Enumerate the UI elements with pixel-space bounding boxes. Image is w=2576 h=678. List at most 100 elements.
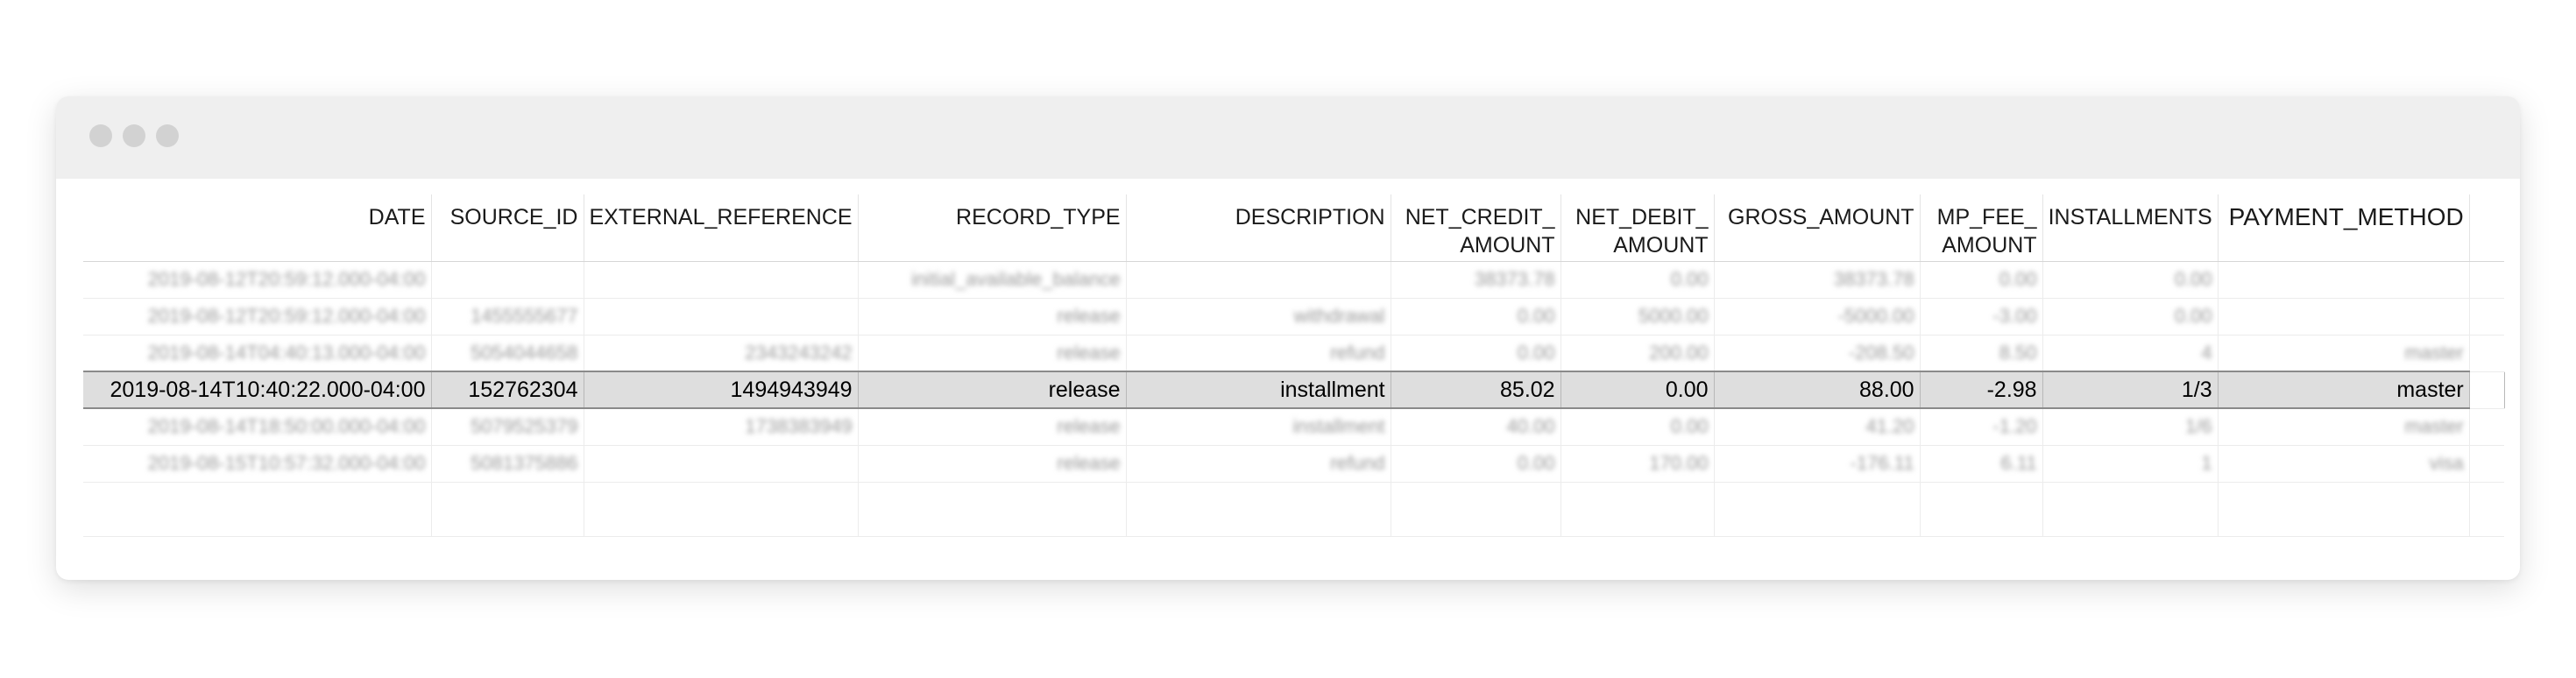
table-row-selected[interactable]: 2019-08-14T10:40:22.000-04:00 152762304 14… [83, 371, 2505, 409]
cell-net-credit-amount: 40.00 [1391, 408, 1561, 446]
cell-source-id: 5081375886 [431, 445, 584, 483]
header-record-type[interactable]: RECORD_TYPE [858, 194, 1127, 262]
header-gross-amount[interactable]: GROSS_AMOUNT [1714, 194, 1921, 262]
header-installments[interactable]: INSTALLMENTS [2042, 194, 2219, 262]
header-net-debit-amount[interactable]: NET_DEBIT_ AMOUNT [1560, 194, 1715, 262]
cell-description [1126, 261, 1391, 299]
cell-spacer [2469, 335, 2505, 372]
cell-net-credit-amount: 0.00 [1391, 335, 1561, 372]
cell-net-debit-amount: 0.00 [1560, 371, 1715, 409]
table-row[interactable]: 2019-08-14T18:50:00.000-04:00 5079525379 1… [83, 408, 2505, 446]
close-dot[interactable] [89, 124, 112, 147]
cell-description: withdrawal [1126, 298, 1391, 335]
cell-gross-amount: 38373.78 [1714, 261, 1921, 299]
cell-installments: 0.00 [2042, 261, 2219, 299]
cell-record-type: release [858, 335, 1127, 372]
cell-source-id: 152762304 [431, 371, 584, 409]
cell-net-debit-amount: 0.00 [1560, 408, 1715, 446]
cell-payment-method: master [2218, 371, 2470, 409]
header-external-reference[interactable]: EXTERNAL_REFERENCE [584, 194, 859, 262]
cell-record-type: initial_available_balance [858, 261, 1127, 299]
header-source-id[interactable]: SOURCE_ID [431, 194, 584, 262]
cell-date: 2019-08-14T10:40:22.000-04:00 [83, 371, 432, 409]
cell-record-type: release [858, 371, 1127, 409]
empty-cell [83, 482, 432, 537]
cell-net-debit-amount: 0.00 [1560, 261, 1715, 299]
cell-gross-amount: -5000.00 [1714, 298, 1921, 335]
cell-net-credit-amount: 85.02 [1391, 371, 1561, 409]
cell-source-id: 5054044658 [431, 335, 584, 372]
cell-gross-amount: 88.00 [1714, 371, 1921, 409]
table-row[interactable]: 2019-08-12T20:59:12.000-04:00 1455555677 r… [83, 298, 2505, 335]
header-description[interactable]: DESCRIPTION [1126, 194, 1391, 262]
cell-mp-fee-amount: -1.20 [1920, 408, 2043, 446]
empty-cell [1920, 482, 2043, 537]
cell-date: 2019-08-12T20:59:12.000-04:00 [83, 261, 432, 299]
cell-gross-amount: -176.11 [1714, 445, 1921, 483]
cell-installments: 1 [2042, 445, 2219, 483]
cell-spacer [2469, 445, 2505, 483]
cell-date: 2019-08-14T04:40:13.000-04:00 [83, 335, 432, 372]
cell-description: refund [1126, 445, 1391, 483]
cell-payment-method [2218, 261, 2470, 299]
cell-net-debit-amount: 5000.00 [1560, 298, 1715, 335]
cell-gross-amount: -208.50 [1714, 335, 1921, 372]
cell-description: installment [1126, 408, 1391, 446]
cell-record-type: release [858, 298, 1127, 335]
cell-payment-method: master [2218, 408, 2470, 446]
table-row[interactable]: 2019-08-14T04:40:13.000-04:00 5054044658 2… [83, 335, 2505, 372]
empty-cell [1714, 482, 1921, 537]
cell-spacer [2469, 261, 2505, 299]
table-body: 2019-08-12T20:59:12.000-04:00 initial_ava… [83, 261, 2505, 537]
empty-cell [1560, 482, 1715, 537]
window-titlebar [56, 96, 2520, 179]
header-mp-fee-amount[interactable]: MP_FEE_ AMOUNT [1920, 194, 2043, 262]
cell-record-type: release [858, 445, 1127, 483]
cell-installments: 0.00 [2042, 298, 2219, 335]
cell-payment-method: visa [2218, 445, 2470, 483]
cell-external-reference: 1494943949 [584, 371, 859, 409]
empty-cell [584, 482, 859, 537]
report-table-container: DATE SOURCE_ID EXTERNAL_REFERENCE RECORD… [83, 194, 2505, 537]
zoom-dot[interactable] [156, 124, 179, 147]
cell-installments: 1/3 [2042, 371, 2219, 409]
cell-spacer [2469, 408, 2505, 446]
empty-cell [431, 482, 584, 537]
cell-mp-fee-amount: -3.00 [1920, 298, 2043, 335]
cell-payment-method [2218, 298, 2470, 335]
empty-cell [1126, 482, 1391, 537]
cell-net-debit-amount: 170.00 [1560, 445, 1715, 483]
cell-description: refund [1126, 335, 1391, 372]
header-payment-method[interactable]: PAYMENT_METHOD [2218, 194, 2470, 262]
cell-date: 2019-08-15T10:57:32.000-04:00 [83, 445, 432, 483]
cell-net-credit-amount: 0.00 [1391, 298, 1561, 335]
cell-net-debit-amount: 200.00 [1560, 335, 1715, 372]
table-row[interactable]: 2019-08-15T10:57:32.000-04:00 5081375886 r… [83, 445, 2505, 483]
cell-external-reference [584, 298, 859, 335]
settlement-report-table: DATE SOURCE_ID EXTERNAL_REFERENCE RECORD… [83, 194, 2505, 537]
cell-net-credit-amount: 38373.78 [1391, 261, 1561, 299]
cell-source-id [431, 261, 584, 299]
empty-row [83, 482, 2505, 537]
cell-description: installment [1126, 371, 1391, 409]
cell-installments: 1/6 [2042, 408, 2219, 446]
table-row[interactable]: 2019-08-12T20:59:12.000-04:00 initial_ava… [83, 261, 2505, 299]
cell-mp-fee-amount: 6.11 [1920, 445, 2043, 483]
header-spacer [2469, 194, 2505, 262]
cell-record-type: release [858, 408, 1127, 446]
header-net-credit-amount[interactable]: NET_CREDIT_ AMOUNT [1391, 194, 1561, 262]
app-window: DATE SOURCE_ID EXTERNAL_REFERENCE RECORD… [56, 96, 2520, 580]
cell-date: 2019-08-14T18:50:00.000-04:00 [83, 408, 432, 446]
cell-net-credit-amount: 0.00 [1391, 445, 1561, 483]
cell-source-id: 5079525379 [431, 408, 584, 446]
cell-mp-fee-amount: 8.50 [1920, 335, 2043, 372]
cell-external-reference [584, 445, 859, 483]
cell-gross-amount: 41.20 [1714, 408, 1921, 446]
header-date[interactable]: DATE [83, 194, 432, 262]
empty-cell [2218, 482, 2470, 537]
empty-cell [858, 482, 1127, 537]
cell-installments: 4 [2042, 335, 2219, 372]
minimize-dot[interactable] [123, 124, 145, 147]
cell-mp-fee-amount: -2.98 [1920, 371, 2043, 409]
empty-cell [1391, 482, 1561, 537]
